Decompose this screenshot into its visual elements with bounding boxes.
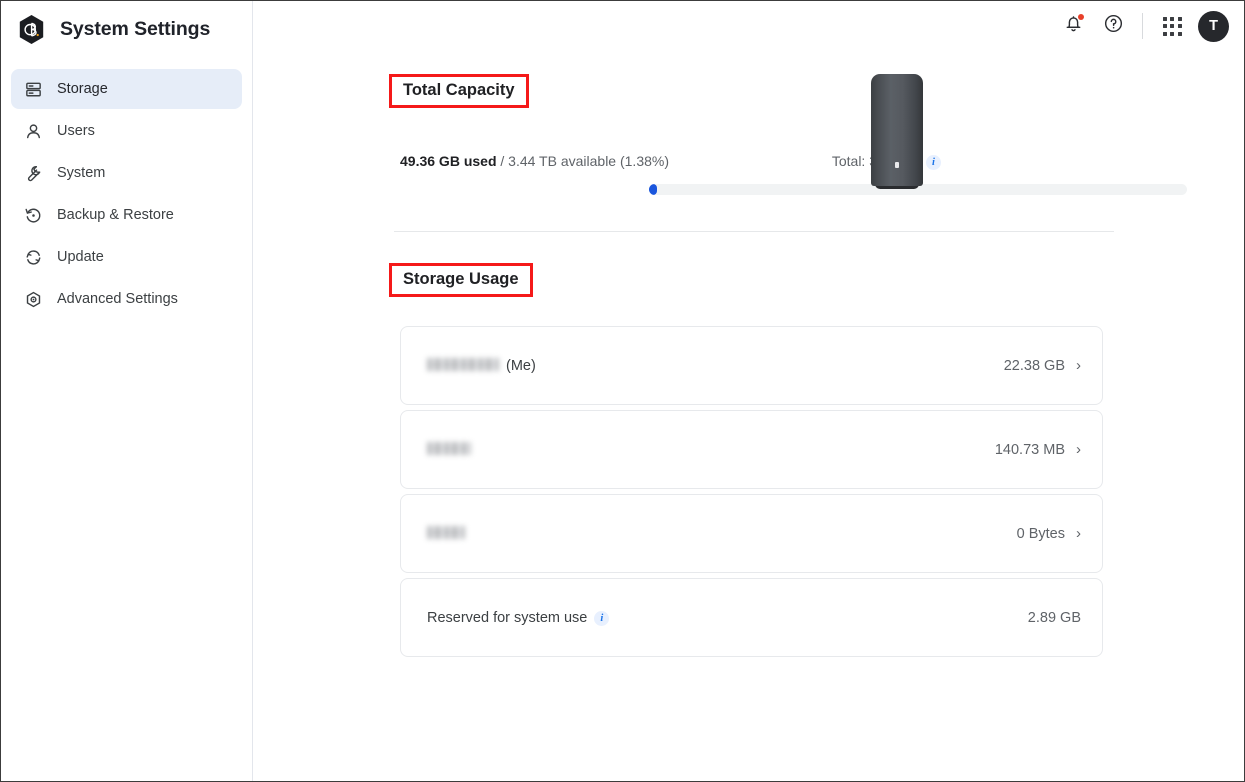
usage-row-value: 0 Bytes [1017, 526, 1065, 542]
usage-row-name [427, 443, 478, 456]
hexagon-brand-logo-icon [16, 14, 47, 45]
sidebar-item-label: Users [57, 123, 95, 139]
sidebar-item-label: Storage [57, 81, 108, 97]
section-divider [394, 231, 1114, 232]
storage-usage-row-reserved: Reserved for system use i 2.89 GB [400, 578, 1103, 657]
usage-row-right: 0 Bytes › [1017, 526, 1081, 542]
capacity-progress-fill [649, 184, 657, 195]
help-circle-icon [1103, 13, 1124, 39]
brand: System Settings [1, 5, 252, 53]
redacted-name [427, 526, 465, 539]
topbar-divider [1142, 13, 1143, 39]
chevron-right-icon[interactable]: › [1076, 358, 1081, 373]
total-capacity-heading: Total Capacity [389, 74, 529, 108]
sidebar-item-advanced-settings[interactable]: Advanced Settings [11, 279, 242, 319]
usage-row-right: 140.73 MB › [995, 442, 1081, 458]
sidebar-item-storage[interactable]: Storage [11, 69, 242, 109]
notifications-button[interactable] [1053, 6, 1093, 46]
user-icon [23, 121, 43, 141]
usage-row-value: 140.73 MB [995, 442, 1065, 458]
storage-usage-row[interactable]: (Me) 22.38 GB › [400, 326, 1103, 405]
storage-usage-list: (Me) 22.38 GB › 140.73 MB › [400, 326, 1103, 662]
sidebar-nav: Storage Users System [1, 69, 252, 319]
sidebar-item-users[interactable]: Users [11, 111, 242, 151]
device-body [871, 74, 923, 186]
device-led-indicator [895, 162, 899, 168]
capacity-summary-row: 49.36 GB used / 3.44 TB available (1.38%… [400, 153, 941, 169]
content-area: Total Capacity 49.36 GB used / 3.44 TB a… [253, 51, 1244, 781]
restore-icon [23, 205, 43, 225]
capacity-used-value: 49.36 GB used [400, 153, 497, 169]
sidebar-item-label: Backup & Restore [57, 207, 174, 223]
usage-row-name: (Me) [427, 358, 536, 374]
storage-usage-row[interactable]: 0 Bytes › [400, 494, 1103, 573]
main-panel: T Total Capacity 49.36 GB used / 3.44 TB… [253, 1, 1244, 781]
system-settings-window: System Settings Storage [0, 0, 1245, 782]
wrench-icon [23, 163, 43, 183]
info-icon[interactable]: i [926, 155, 941, 170]
sidebar-item-backup-restore[interactable]: Backup & Restore [11, 195, 242, 235]
avatar[interactable]: T [1198, 11, 1229, 42]
usage-row-name: Reserved for system use i [427, 610, 609, 626]
apps-grid-icon [1163, 17, 1182, 36]
usage-row-value: 2.89 GB [1028, 610, 1081, 626]
redacted-name [427, 358, 499, 371]
sidebar-item-system[interactable]: System [11, 153, 242, 193]
apps-launcher-button[interactable] [1152, 6, 1192, 46]
refresh-icon [23, 247, 43, 267]
sidebar-item-label: Update [57, 249, 104, 265]
hexagon-gear-icon [23, 289, 43, 309]
capacity-usage-text: 49.36 GB used / 3.44 TB available (1.38%… [400, 153, 669, 169]
sidebar: System Settings Storage [1, 1, 253, 781]
info-icon[interactable]: i [594, 611, 609, 626]
topbar: T [253, 1, 1244, 51]
sidebar-item-label: Advanced Settings [57, 291, 178, 307]
app-title: System Settings [60, 18, 210, 41]
storage-device-image [867, 74, 927, 194]
usage-row-right: 22.38 GB › [1004, 358, 1081, 374]
storage-usage-heading: Storage Usage [389, 263, 533, 297]
capacity-available-value: / 3.44 TB available (1.38%) [500, 153, 669, 169]
usage-row-suffix: (Me) [506, 358, 536, 374]
storage-icon [23, 79, 43, 99]
usage-row-name [427, 527, 472, 540]
chevron-right-icon[interactable]: › [1076, 442, 1081, 457]
storage-usage-row[interactable]: 140.73 MB › [400, 410, 1103, 489]
sidebar-item-update[interactable]: Update [11, 237, 242, 277]
usage-row-right: 2.89 GB [1028, 610, 1081, 626]
chevron-right-icon[interactable]: › [1076, 526, 1081, 541]
sidebar-item-label: System [57, 165, 105, 181]
help-button[interactable] [1093, 6, 1133, 46]
usage-row-value: 22.38 GB [1004, 358, 1065, 374]
usage-row-label: Reserved for system use [427, 610, 587, 626]
redacted-name [427, 442, 471, 455]
notification-badge-dot [1078, 14, 1084, 20]
